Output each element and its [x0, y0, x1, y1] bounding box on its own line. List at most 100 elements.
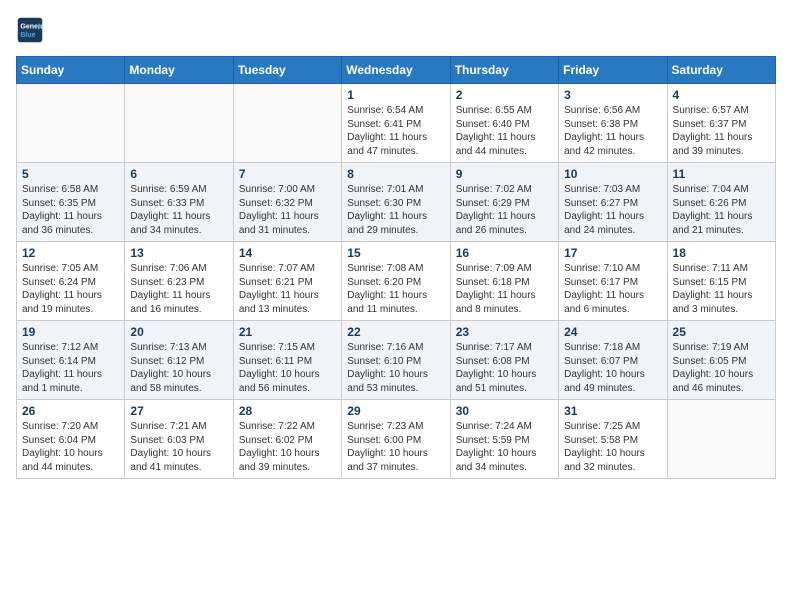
calendar-cell: 8Sunrise: 7:01 AM Sunset: 6:30 PM Daylig…	[342, 163, 450, 242]
calendar-cell: 21Sunrise: 7:15 AM Sunset: 6:11 PM Dayli…	[233, 321, 341, 400]
calendar-cell: 30 Sunrise: 7:24 AM Sunset: 5:59 PM Dayli…	[450, 400, 558, 479]
day-number: 7	[239, 167, 336, 181]
day-info: Sunrise: 7:13 AM Sunset: 6:12 PM Dayligh…	[130, 341, 227, 395]
day-number: 21	[239, 325, 336, 339]
svg-text:Blue: Blue	[20, 32, 35, 39]
day-number: 20	[130, 325, 227, 339]
day-number: 19	[22, 325, 119, 339]
calendar-cell: 23 Sunrise: 7:17 AM Sunset: 6:08 PM Dayli…	[450, 321, 558, 400]
weekday-header-wednesday: Wednesday	[342, 57, 450, 84]
day-info: Sunrise: 7:06 AM Sunset: 6:23 PM Dayligh…	[130, 262, 227, 316]
day-info: Sunrise: 7:09 AM Sunset: 6:18 PM Dayligh…	[456, 262, 553, 316]
day-info: Sunrise: 7:10 AM Sunset: 6:17 PM Dayligh…	[564, 262, 661, 316]
day-number: 4	[673, 88, 770, 102]
day-info: Sunrise: 7:02 AM Sunset: 6:29 PM Dayligh…	[456, 183, 553, 237]
calendar-cell: 5 Sunrise: 6:58 AM Sunset: 6:35 PM Daylig…	[17, 163, 125, 242]
day-number: 9	[456, 167, 553, 181]
logo: General Blue	[16, 16, 48, 44]
calendar-cell: 25 Sunrise: 7:19 AM Sunset: 6:05 PM Dayli…	[667, 321, 775, 400]
calendar-cell: 17 Sunrise: 7:10 AM Sunset: 6:17 PM Dayli…	[559, 242, 667, 321]
calendar-cell: 20 Sunrise: 7:13 AM Sunset: 6:12 PM Dayli…	[125, 321, 233, 400]
calendar-cell: 3Sunrise: 6:56 AM Sunset: 6:38 PM Daylig…	[559, 84, 667, 163]
day-info: Sunrise: 6:57 AM Sunset: 6:37 PM Dayligh…	[673, 104, 770, 158]
calendar-row-2: 12Sunrise: 7:05 AM Sunset: 6:24 PM Dayli…	[17, 242, 776, 321]
day-info: Sunrise: 7:04 AM Sunset: 6:26 PM Dayligh…	[673, 183, 770, 237]
day-number: 14	[239, 246, 336, 260]
calendar-cell: 4 Sunrise: 6:57 AM Sunset: 6:37 PM Daylig…	[667, 84, 775, 163]
day-info: Sunrise: 6:54 AM Sunset: 6:41 PM Dayligh…	[347, 104, 444, 158]
day-info: Sunrise: 7:01 AM Sunset: 6:30 PM Dayligh…	[347, 183, 444, 237]
day-number: 3	[564, 88, 661, 102]
calendar-cell: 26 Sunrise: 7:20 AM Sunset: 6:04 PM Dayli…	[17, 400, 125, 479]
day-number: 29	[347, 404, 444, 418]
calendar-row-0: 1 Sunrise: 6:54 AM Sunset: 6:41 PM Daylig…	[17, 84, 776, 163]
day-info: Sunrise: 7:08 AM Sunset: 6:20 PM Dayligh…	[347, 262, 444, 316]
calendar-cell: 19Sunrise: 7:12 AM Sunset: 6:14 PM Dayli…	[17, 321, 125, 400]
day-number: 18	[673, 246, 770, 260]
day-number: 5	[22, 167, 119, 181]
weekday-header-saturday: Saturday	[667, 57, 775, 84]
weekday-header-sunday: Sunday	[17, 57, 125, 84]
calendar-cell	[17, 84, 125, 163]
day-number: 25	[673, 325, 770, 339]
calendar-cell: 29 Sunrise: 7:23 AM Sunset: 6:00 PM Dayli…	[342, 400, 450, 479]
day-info: Sunrise: 7:24 AM Sunset: 5:59 PM Dayligh…	[456, 420, 553, 474]
calendar-row-4: 26 Sunrise: 7:20 AM Sunset: 6:04 PM Dayli…	[17, 400, 776, 479]
day-info: Sunrise: 7:20 AM Sunset: 6:04 PM Dayligh…	[22, 420, 119, 474]
day-number: 2	[456, 88, 553, 102]
day-number: 17	[564, 246, 661, 260]
day-info: Sunrise: 7:19 AM Sunset: 6:05 PM Dayligh…	[673, 341, 770, 395]
day-number: 23	[456, 325, 553, 339]
calendar-cell: 13 Sunrise: 7:06 AM Sunset: 6:23 PM Dayli…	[125, 242, 233, 321]
day-number: 15	[347, 246, 444, 260]
calendar-cell: 10 Sunrise: 7:03 AM Sunset: 6:27 PM Dayli…	[559, 163, 667, 242]
calendar-row-3: 19Sunrise: 7:12 AM Sunset: 6:14 PM Dayli…	[17, 321, 776, 400]
day-number: 10	[564, 167, 661, 181]
day-info: Sunrise: 7:16 AM Sunset: 6:10 PM Dayligh…	[347, 341, 444, 395]
calendar-cell: 18Sunrise: 7:11 AM Sunset: 6:15 PM Dayli…	[667, 242, 775, 321]
day-info: Sunrise: 7:05 AM Sunset: 6:24 PM Dayligh…	[22, 262, 119, 316]
calendar-cell: 16 Sunrise: 7:09 AM Sunset: 6:18 PM Dayli…	[450, 242, 558, 321]
day-info: Sunrise: 6:58 AM Sunset: 6:35 PM Dayligh…	[22, 183, 119, 237]
calendar-cell: 27 Sunrise: 7:21 AM Sunset: 6:03 PM Dayli…	[125, 400, 233, 479]
calendar-cell: 2 Sunrise: 6:55 AM Sunset: 6:40 PM Daylig…	[450, 84, 558, 163]
calendar-cell	[125, 84, 233, 163]
day-info: Sunrise: 6:59 AM Sunset: 6:33 PM Dayligh…	[130, 183, 227, 237]
day-number: 26	[22, 404, 119, 418]
day-number: 24	[564, 325, 661, 339]
day-info: Sunrise: 7:17 AM Sunset: 6:08 PM Dayligh…	[456, 341, 553, 395]
calendar-cell: 24 Sunrise: 7:18 AM Sunset: 6:07 PM Dayli…	[559, 321, 667, 400]
weekday-header-monday: Monday	[125, 57, 233, 84]
day-info: Sunrise: 7:22 AM Sunset: 6:02 PM Dayligh…	[239, 420, 336, 474]
day-number: 13	[130, 246, 227, 260]
day-number: 31	[564, 404, 661, 418]
day-info: Sunrise: 7:21 AM Sunset: 6:03 PM Dayligh…	[130, 420, 227, 474]
calendar-cell: 31 Sunrise: 7:25 AM Sunset: 5:58 PM Dayli…	[559, 400, 667, 479]
calendar-cell: 7Sunrise: 7:00 AM Sunset: 6:32 PM Daylig…	[233, 163, 341, 242]
calendar-cell	[667, 400, 775, 479]
calendar-cell: 28 Sunrise: 7:22 AM Sunset: 6:02 PM Dayli…	[233, 400, 341, 479]
day-number: 28	[239, 404, 336, 418]
calendar-cell: 1 Sunrise: 6:54 AM Sunset: 6:41 PM Daylig…	[342, 84, 450, 163]
logo-icon: General Blue	[16, 16, 44, 44]
weekday-header-friday: Friday	[559, 57, 667, 84]
calendar-cell: 6 Sunrise: 6:59 AM Sunset: 6:33 PM Daylig…	[125, 163, 233, 242]
day-number: 11	[673, 167, 770, 181]
weekday-header-row: SundayMondayTuesdayWednesdayThursdayFrid…	[17, 57, 776, 84]
calendar-row-1: 5 Sunrise: 6:58 AM Sunset: 6:35 PM Daylig…	[17, 163, 776, 242]
day-info: Sunrise: 7:18 AM Sunset: 6:07 PM Dayligh…	[564, 341, 661, 395]
day-number: 6	[130, 167, 227, 181]
calendar-cell: 22Sunrise: 7:16 AM Sunset: 6:10 PM Dayli…	[342, 321, 450, 400]
calendar-cell: 9 Sunrise: 7:02 AM Sunset: 6:29 PM Daylig…	[450, 163, 558, 242]
day-info: Sunrise: 7:25 AM Sunset: 5:58 PM Dayligh…	[564, 420, 661, 474]
day-number: 30	[456, 404, 553, 418]
calendar-cell: 11 Sunrise: 7:04 AM Sunset: 6:26 PM Dayli…	[667, 163, 775, 242]
day-number: 16	[456, 246, 553, 260]
day-info: Sunrise: 7:03 AM Sunset: 6:27 PM Dayligh…	[564, 183, 661, 237]
day-number: 27	[130, 404, 227, 418]
calendar-cell: 15 Sunrise: 7:08 AM Sunset: 6:20 PM Dayli…	[342, 242, 450, 321]
calendar-cell: 12Sunrise: 7:05 AM Sunset: 6:24 PM Dayli…	[17, 242, 125, 321]
day-info: Sunrise: 6:55 AM Sunset: 6:40 PM Dayligh…	[456, 104, 553, 158]
day-info: Sunrise: 7:23 AM Sunset: 6:00 PM Dayligh…	[347, 420, 444, 474]
day-number: 1	[347, 88, 444, 102]
